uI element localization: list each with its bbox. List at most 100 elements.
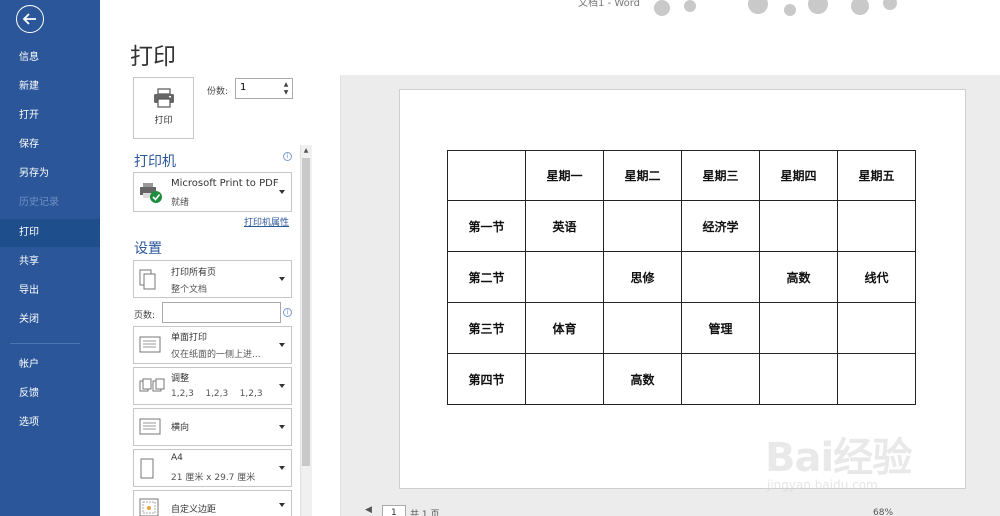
printer-select[interactable]: Microsoft Print to PDF 就绪 [133, 172, 292, 212]
table-row: 第四节 高数 [447, 353, 916, 405]
table-cell: 第二节 [447, 251, 526, 303]
table-cell [603, 200, 682, 252]
table-cell: 星期五 [837, 150, 916, 201]
table-cell: 高数 [603, 353, 682, 405]
scrollbar-thumb[interactable] [302, 158, 310, 466]
chevron-down-icon [279, 466, 285, 470]
chevron-down-icon [279, 503, 285, 507]
table-cell: 星期一 [525, 150, 604, 201]
margins-select[interactable]: 自定义边距 [133, 490, 292, 516]
table-cell: 高数 [759, 251, 838, 303]
sidebar-item-close[interactable]: 关闭 [0, 306, 100, 334]
table-cell [525, 251, 604, 303]
sidebar-item-info[interactable]: 信息 [0, 44, 100, 72]
sidebar-item-print[interactable]: 打印 [0, 219, 100, 247]
table-cell: 第四节 [447, 353, 526, 405]
sidebar-item-account[interactable]: 帐户 [0, 351, 100, 379]
title-bar-decoration-icon [654, 0, 897, 16]
orientation-select[interactable]: 横向 [133, 408, 292, 446]
back-arrow-icon[interactable] [16, 5, 44, 33]
watermark-url: jingyan.baidu.com [767, 478, 878, 492]
chevron-down-icon [279, 190, 285, 194]
table-cell [837, 302, 916, 354]
printer-ready-icon [140, 183, 162, 203]
pages-icon [139, 269, 156, 290]
landscape-icon [139, 418, 161, 435]
collate-select[interactable]: 调整 1,2,3 1,2,3 1,2,3 [133, 367, 292, 405]
chevron-down-icon [279, 343, 285, 347]
table-cell: 体育 [525, 302, 604, 354]
scroll-up-icon[interactable]: ▲ [301, 146, 311, 156]
table-cell [681, 251, 760, 303]
paper-size-select[interactable]: A4 21 厘米 x 29.7 厘米 [133, 449, 292, 487]
print-range-select[interactable]: 打印所有页 整个文档 [133, 260, 292, 298]
table-cell [759, 353, 838, 405]
info-icon[interactable]: i [283, 308, 292, 317]
table-cell [837, 353, 916, 405]
copies-label: 份数: [207, 87, 229, 97]
sidebar-divider [10, 343, 80, 344]
sidebar-item-options[interactable]: 选项 [0, 409, 100, 437]
pages-label: 页数: [134, 311, 156, 321]
table-row: 第二节 思修 高数 线代 [447, 251, 916, 303]
zoom-level[interactable]: 68% [873, 508, 893, 516]
baidu-watermark: Bai经验 jingyan.baidu.com [765, 425, 955, 495]
paper-size-main: A4 [171, 453, 183, 463]
chevron-down-icon [279, 277, 285, 281]
paper-icon [140, 458, 154, 479]
sides-sub: 仅在纸面的一侧上进... [171, 350, 261, 360]
table-cell: 线代 [837, 251, 916, 303]
spin-down-icon[interactable]: ▼ [282, 89, 290, 97]
sidebar-item-share[interactable]: 共享 [0, 248, 100, 276]
copies-stepper[interactable]: ▲ ▼ [235, 78, 293, 99]
pages-input[interactable] [162, 302, 281, 323]
paper-size-sub: 21 厘米 x 29.7 厘米 [171, 473, 256, 483]
table-row: 第一节 英语 经济学 [447, 200, 916, 252]
table-cell [837, 200, 916, 252]
table-cell [759, 200, 838, 252]
margins-icon [139, 498, 159, 516]
print-button[interactable]: 打印 [133, 77, 194, 139]
page-total: 共 1 页 [410, 510, 440, 516]
table-cell: 星期四 [759, 150, 838, 201]
printer-status: 就绪 [171, 198, 190, 208]
table-row: 星期一 星期二 星期三 星期四 星期五 [447, 150, 916, 201]
sidebar-item-save[interactable]: 保存 [0, 131, 100, 159]
print-range-main: 打印所有页 [171, 268, 217, 278]
orientation-main: 横向 [171, 423, 190, 433]
document-title: 文档1 - Word [578, 0, 641, 9]
table-cell: 英语 [525, 200, 604, 252]
table-row: 第三节 体育 管理 [447, 302, 916, 354]
backstage-sidebar: 信息 新建 打开 保存 另存为 历史记录 打印 共享 导出 关闭 帐户 反馈 选… [0, 0, 100, 516]
printer-name: Microsoft Print to PDF [171, 178, 279, 189]
sidebar-item-open[interactable]: 打开 [0, 102, 100, 130]
sides-select[interactable]: 单面打印 仅在纸面的一侧上进... [133, 326, 292, 364]
chevron-down-icon [279, 425, 285, 429]
printer-properties-link[interactable]: 打印机属性 [244, 215, 289, 228]
table-cell: 经济学 [681, 200, 760, 252]
collate-sub: 1,2,3 1,2,3 1,2,3 [171, 389, 263, 399]
settings-section-title: 设置 [134, 241, 162, 257]
table-cell: 第一节 [447, 200, 526, 252]
sidebar-item-export[interactable]: 导出 [0, 277, 100, 305]
page-number-input[interactable]: 1 [382, 505, 406, 516]
table-cell [447, 150, 526, 201]
page-title: 打印 [130, 44, 176, 70]
spin-up-icon[interactable]: ▲ [282, 81, 290, 89]
sidebar-item-save-as[interactable]: 另存为 [0, 160, 100, 188]
sidebar-item-feedback[interactable]: 反馈 [0, 380, 100, 408]
copies-input[interactable] [240, 82, 280, 93]
table-cell [759, 302, 838, 354]
table-cell: 第三节 [447, 302, 526, 354]
chevron-down-icon [279, 384, 285, 388]
printer-icon [154, 88, 174, 108]
previous-page-icon[interactable]: ◀ [365, 505, 372, 515]
margins-main: 自定义边距 [171, 505, 217, 515]
table-cell: 星期二 [603, 150, 682, 201]
one-sided-icon [139, 336, 161, 353]
panel-divider [340, 75, 341, 516]
collate-icon [139, 378, 165, 392]
info-icon[interactable]: i [283, 152, 292, 161]
sidebar-item-new[interactable]: 新建 [0, 73, 100, 101]
watermark-text: Bai经验 [765, 435, 912, 481]
